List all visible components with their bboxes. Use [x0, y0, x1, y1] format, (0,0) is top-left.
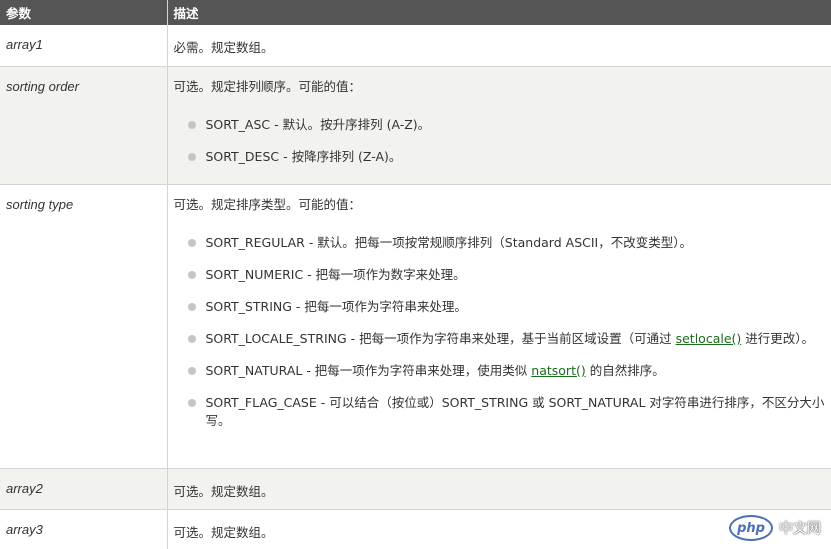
header-param: 参数 [0, 0, 167, 25]
param-description: 可选。规定数组。 [167, 468, 831, 510]
list-item: SORT_NUMERIC - 把每一项作为数字来处理。 [174, 266, 826, 284]
list-item: SORT_LOCALE_STRING - 把每一项作为字符串来处理，基于当前区域… [174, 330, 826, 348]
list-item: SORT_REGULAR - 默认。把每一项按常规顺序排列（Standard A… [174, 234, 826, 252]
watermark-logo: php 中文网 [729, 515, 821, 541]
table-row: sorting order 可选。规定排列顺序。可能的值： SORT_ASC -… [0, 66, 831, 185]
list-item: SORT_ASC - 默认。按升序排列 (A-Z)。 [174, 116, 826, 134]
bullet-icon [187, 238, 196, 247]
header-description: 描述 [166, 0, 831, 25]
option-text-after: 的自然排序。 [585, 362, 665, 378]
bullet-icon [187, 152, 196, 161]
param-description: 必需。规定数组。 [167, 25, 831, 67]
param-description: 可选。规定排序类型。可能的值： [173, 196, 362, 212]
php-logo-icon: php [729, 515, 773, 541]
setlocale-link[interactable]: setlocale() [676, 331, 742, 346]
param-description-cell: 可选。规定排序类型。可能的值： SORT_REGULAR - 默认。把每一项按常… [167, 184, 831, 469]
natsort-link[interactable]: natsort() [531, 363, 585, 378]
param-description-cell: 可选。规定排列顺序。可能的值： SORT_ASC - 默认。按升序排列 (A-Z… [167, 66, 831, 185]
bullet-icon [187, 334, 196, 343]
list-item: SORT_FLAG_CASE - 可以结合（按位或）SORT_STRING 或 … [174, 394, 826, 430]
parameter-table: 参数 描述 array1 必需。规定数组。 sorting order 可选。规… [0, 0, 831, 549]
param-name: array3 [0, 509, 168, 549]
bullet-icon [187, 398, 196, 407]
table-row: array1 必需。规定数组。 [0, 25, 831, 67]
param-name: sorting type [0, 184, 168, 469]
option-text: SORT_STRING - 把每一项作为字符串来处理。 [205, 298, 467, 314]
bullet-icon [187, 366, 196, 375]
table-row: array2 可选。规定数组。 [0, 468, 831, 510]
bullet-icon [187, 120, 196, 129]
option-list: SORT_ASC - 默认。按升序排列 (A-Z)。 SORT_DESC - 按… [174, 116, 826, 166]
param-name: sorting order [0, 66, 168, 185]
list-item: SORT_DESC - 按降序排列 (Z-A)。 [174, 148, 826, 166]
option-text: SORT_ASC - 默认。按升序排列 (A-Z)。 [205, 116, 431, 132]
list-item: SORT_STRING - 把每一项作为字符串来处理。 [174, 298, 826, 316]
option-list: SORT_REGULAR - 默认。把每一项按常规顺序排列（Standard A… [174, 234, 826, 430]
bullet-icon [187, 270, 196, 279]
watermark-text: 中文网 [779, 521, 821, 537]
option-text-before: SORT_LOCALE_STRING - 把每一项作为字符串来处理，基于当前区域… [205, 330, 676, 346]
option-text-before: SORT_NATURAL - 把每一项作为字符串来处理，使用类似 [205, 362, 532, 378]
option-text: SORT_NUMERIC - 把每一项作为数字来处理。 [205, 266, 466, 282]
option-text: SORT_DESC - 按降序排列 (Z-A)。 [205, 148, 402, 164]
table-row: sorting type 可选。规定排序类型。可能的值： SORT_REGULA… [0, 184, 831, 469]
option-text: SORT_FLAG_CASE - 可以结合（按位或）SORT_STRING 或 … [205, 394, 825, 428]
option-text-after: 进行更改）。 [741, 330, 815, 346]
param-name: array2 [0, 468, 168, 510]
table-row: array3 可选。规定数组。 [0, 509, 831, 549]
param-description: 可选。规定排列顺序。可能的值： [173, 78, 362, 94]
option-text: SORT_REGULAR - 默认。把每一项按常规顺序排列（Standard A… [205, 234, 692, 250]
list-item: SORT_NATURAL - 把每一项作为字符串来处理，使用类似 natsort… [174, 362, 826, 380]
table-header-row: 参数 描述 [0, 0, 831, 25]
bullet-icon [187, 302, 196, 311]
param-name: array1 [0, 25, 168, 67]
